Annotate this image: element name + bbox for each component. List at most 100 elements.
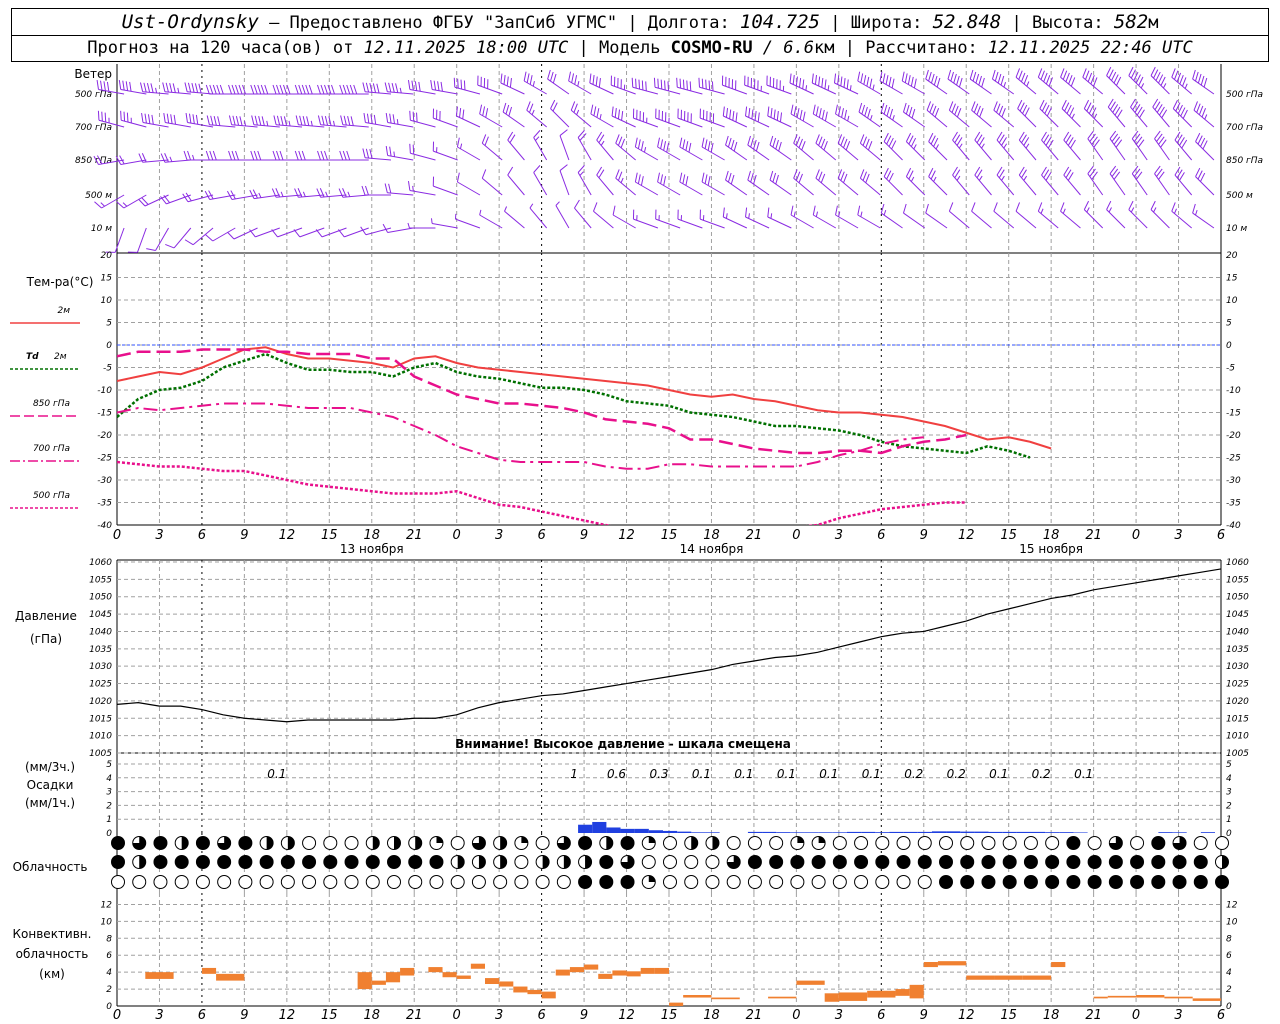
barb-feather	[416, 112, 418, 123]
barb-feather	[96, 80, 99, 90]
wind-barb	[1192, 69, 1215, 95]
barb-feather	[523, 71, 527, 82]
convective-bar	[909, 984, 924, 999]
cloud-circle	[663, 836, 677, 850]
barb-feather	[165, 243, 175, 249]
barb-feather	[792, 75, 795, 85]
cloud-symbol	[1087, 836, 1102, 850]
barb-shaft	[722, 84, 748, 95]
wind-barb	[589, 73, 614, 95]
barb-feather	[409, 110, 411, 121]
barb-half-feather	[827, 85, 830, 91]
wind-barb	[507, 131, 525, 161]
cloud-symbol	[535, 875, 550, 889]
wind-barb	[1015, 68, 1037, 95]
wind-barb	[1037, 68, 1059, 95]
barb-feather	[238, 84, 243, 95]
cloud-symbol	[747, 855, 762, 869]
cloud-symbol	[641, 836, 656, 850]
barb-feather	[685, 176, 689, 186]
barb-feather	[824, 111, 828, 122]
wind-barb	[1193, 101, 1215, 128]
cloud-fill	[408, 855, 422, 869]
barb-feather	[951, 103, 956, 113]
barb-feather	[235, 150, 240, 161]
wind-barb	[559, 129, 570, 161]
precip-3h-label: 0.6	[607, 767, 626, 781]
wind-barb	[1174, 166, 1193, 196]
barb-feather	[1200, 172, 1206, 182]
barb-feather	[116, 201, 125, 209]
time-tick-label: 6	[1217, 1008, 1225, 1023]
barb-shaft	[432, 88, 458, 95]
pressure-title: Давление	[15, 609, 77, 623]
barb-shaft	[212, 227, 236, 242]
conv-tick-label: 10	[101, 917, 113, 927]
barb-feather	[350, 116, 354, 126]
barb-feather	[456, 172, 460, 183]
time-tick-label: 0	[113, 1008, 121, 1023]
wind-barb	[653, 77, 681, 95]
barb-feather	[552, 73, 557, 84]
cloud-circle	[556, 875, 571, 889]
barb-feather	[821, 109, 825, 120]
barb-feather	[772, 172, 777, 183]
barb-half-feather	[1025, 143, 1030, 149]
barb-feather	[249, 189, 255, 199]
barb-feather	[283, 116, 288, 126]
wind-barb	[677, 108, 703, 128]
barb-feather	[779, 112, 783, 122]
pressure-tick-label: 1015	[89, 714, 112, 724]
barb-feather	[928, 167, 934, 177]
cloud-circle	[726, 875, 741, 889]
barb-shaft	[477, 84, 503, 95]
cloud-fill	[111, 855, 125, 869]
cloud-fill	[1173, 875, 1187, 889]
precip-bar	[1200, 832, 1215, 833]
barb-feather	[559, 164, 568, 171]
barb-feather	[547, 69, 551, 80]
cloud-symbol	[111, 855, 125, 869]
barb-feather	[598, 77, 601, 88]
convective-bar	[216, 973, 245, 981]
cloud-symbol	[1215, 875, 1229, 889]
barb-feather	[308, 84, 313, 95]
barb-half-feather	[1184, 83, 1188, 89]
cloud-symbol	[939, 875, 953, 889]
barb-feather	[1037, 68, 1043, 78]
time-tick-label: 18	[1043, 1008, 1060, 1023]
barb-feather	[1020, 72, 1026, 82]
barb-feather	[1193, 101, 1198, 111]
cloud-circle	[684, 855, 699, 869]
precip-bar	[663, 830, 678, 833]
barb-feather	[660, 79, 663, 90]
precip-bar	[946, 831, 961, 833]
barb-shaft	[526, 109, 547, 128]
wind-barb	[430, 80, 458, 95]
barb-feather	[147, 114, 151, 124]
barb-shaft	[813, 214, 837, 229]
barb-shaft	[655, 218, 681, 229]
wind-barb	[1109, 165, 1126, 196]
barb-feather	[384, 183, 388, 193]
barb-feather	[232, 115, 236, 126]
precip-tick-label: 2	[106, 801, 112, 811]
barb-feather	[905, 132, 912, 142]
temp-tick-label: -25	[1226, 454, 1241, 464]
barb-feather	[228, 150, 233, 161]
cloud-symbol	[365, 836, 380, 850]
temp-tick-label: -30	[1226, 476, 1241, 486]
barb-feather	[1195, 132, 1201, 142]
barb-feather	[930, 170, 936, 180]
cloud-symbol	[217, 875, 232, 889]
conv-tick-label: 12	[1226, 900, 1238, 910]
barb-feather	[903, 102, 907, 113]
wind-barb	[974, 131, 992, 161]
barb-feather	[686, 80, 688, 91]
barb-feather	[663, 176, 667, 186]
temp-series-t700	[117, 402, 924, 470]
barb-feather	[824, 79, 827, 89]
precip-bar	[762, 831, 777, 833]
barb-feather	[698, 77, 700, 88]
wind-level-label: 10 м	[91, 224, 112, 234]
